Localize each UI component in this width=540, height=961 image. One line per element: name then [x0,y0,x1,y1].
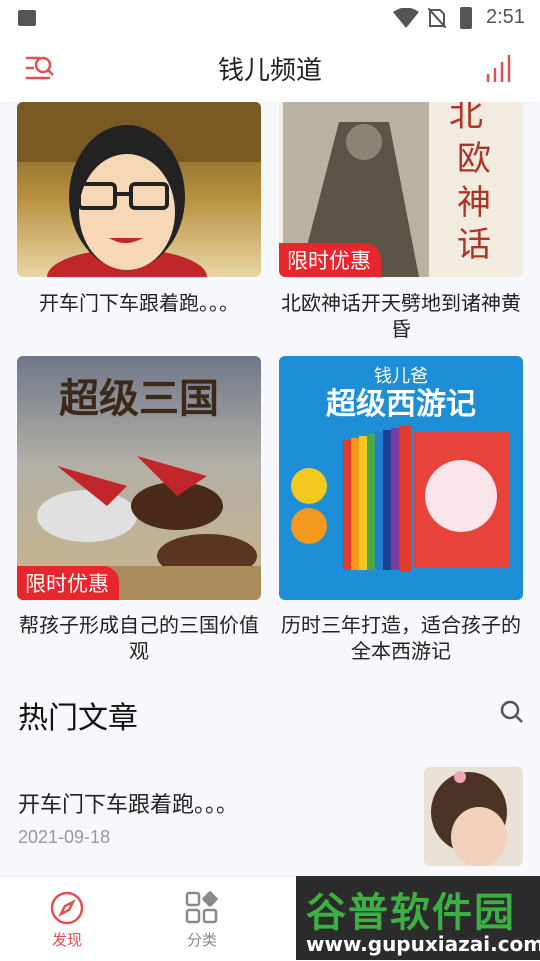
article-thumbnail[interactable] [424,767,523,866]
child-photo-image [424,767,523,866]
svg-text:欧: 欧 [457,139,491,179]
tab-label: 分类 [186,931,217,949]
wifi-icon [393,8,419,28]
tab-categories[interactable]: 分类 [162,891,242,950]
article-date: 2021-09-18 [18,827,111,847]
status-time: 2:51 [486,6,525,28]
promo-badge: 限时优惠 [279,243,381,277]
tab-discover[interactable]: 发现 [27,891,107,950]
cover-top-text: 钱儿爸 [374,366,428,387]
journey-west-cover-image: 钱儿爸 超级西游记 [291,366,509,572]
card-cover [17,102,261,277]
page-title: 钱儿频道 [217,56,322,86]
card-cover: 钱儿爸 超级西游记 [279,356,523,600]
status-bar: 2:51 [0,0,540,36]
card-caption: 历时三年打造，适合孩子的全本西游记 [281,613,521,663]
cover-title-char: 北 [449,102,483,135]
cartoon-face-image [17,102,261,277]
grid-icon [185,891,218,924]
three-kingdoms-cover-image: 超级三国 [17,375,261,600]
card-caption: 北欧神话开天劈地到诸神黄昏 [281,291,521,341]
search-icon[interactable] [500,700,524,724]
card-cover: 超级三国 限时优惠 [17,356,261,600]
compass-icon [50,891,84,925]
cover-title: 超级西游记 [326,387,476,422]
no-sim-icon [428,8,446,28]
gallery-icon [18,10,36,26]
tab-label: 发现 [51,931,82,949]
card-cover: 北 欧 神 话 限时优惠 [279,102,523,277]
svg-text:神: 神 [457,183,491,223]
article-title[interactable]: 开车门下车跟着跑。。。 [18,787,238,819]
app-header: 钱儿频道 [0,36,540,102]
card-caption: 开车门下车跟着跑。。。 [39,291,239,315]
watermark-text: 谷普软件园 [306,890,516,936]
section-title: 热门文章 [18,701,138,736]
svg-text:话: 话 [457,225,491,265]
watermark: 谷普软件园 www.gupuxiazai.com [296,876,540,960]
battery-icon [460,7,472,29]
watermark-url: www.gupuxiazai.com [306,932,540,956]
promo-badge: 限时优惠 [17,566,119,600]
cover-title: 超级三国 [59,375,219,422]
bar-chart-icon[interactable] [484,52,516,84]
card-caption: 帮孩子形成自己的三国价值观 [19,613,259,663]
